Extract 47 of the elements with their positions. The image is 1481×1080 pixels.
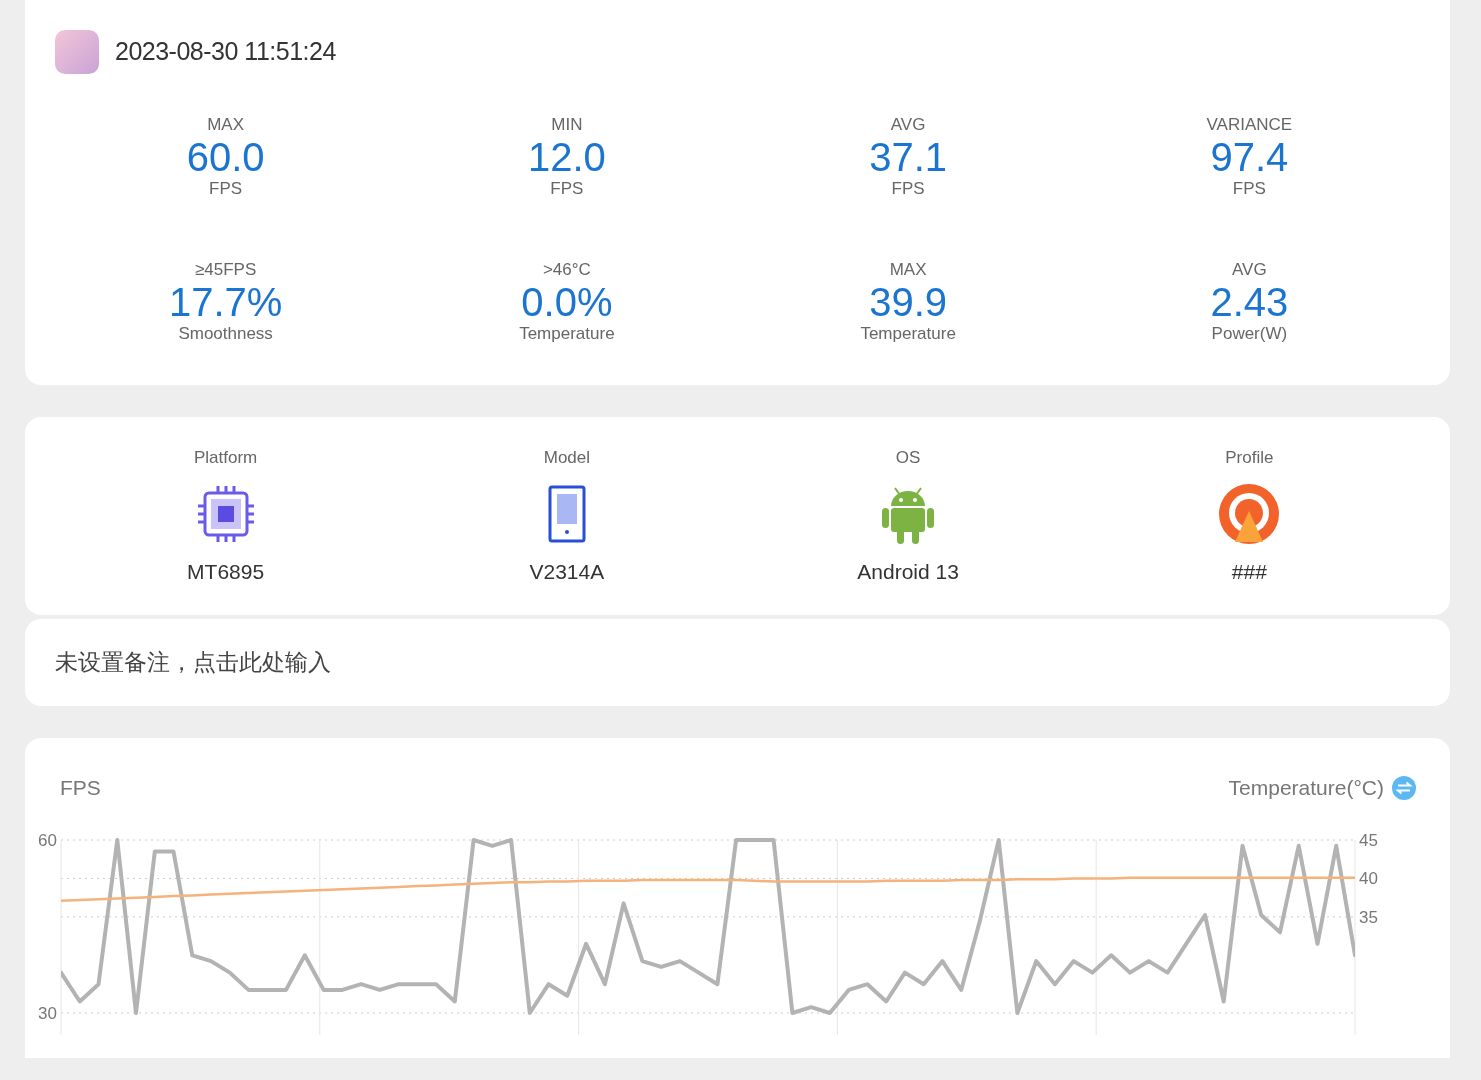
device-value: Android 13 [857,558,959,585]
stat-label: >46°C [542,261,591,280]
device-label: OS [895,449,921,468]
stat-label: MIN [551,116,583,135]
stat-unit: FPS [209,178,243,200]
axis-tick-label: 30 [38,1004,57,1024]
stat-unit: FPS [891,178,925,200]
stat-unit: Smoothness [178,323,273,345]
device-label: Model [543,449,591,468]
chart-title: FPS [60,774,101,801]
tablet-icon [547,484,586,543]
stat-value: 37.1 [869,134,948,179]
axis-tick-label: 35 [1359,908,1378,928]
stat-label: ≥45FPS [194,261,257,280]
axis-tick-label: 60 [38,831,57,851]
stat-label: MAX [889,261,927,280]
stat-label: AVG [1232,261,1267,280]
axis-tick-label: 45 [1359,831,1378,851]
profile-icon [1219,483,1280,544]
stat-value: 12.0 [527,134,606,179]
device-value: MT6895 [187,558,265,585]
stat-unit: FPS [550,178,584,200]
device-value: V2314A [529,558,605,585]
stat-value: 2.43 [1210,279,1289,324]
device-value: ### [1231,558,1267,585]
app-icon [55,30,99,74]
stat-value: 60.0 [186,134,265,179]
stat-value: 97.4 [1210,134,1289,179]
axis-tick-label: 40 [1359,869,1378,889]
stat-label: MAX [207,116,245,135]
stat-value: 17.7% [168,279,283,324]
timestamp: 2023-08-30 11:51:24 [115,36,336,68]
stat-unit: FPS [1232,178,1266,200]
stat-label: VARIANCE [1206,116,1293,135]
stat-label: AVG [890,116,926,135]
chip-icon [195,483,256,544]
stat-unit: Power(W) [1211,323,1288,345]
device-label: Platform [193,449,258,468]
swap-icon[interactable] [1392,775,1416,800]
stat-unit: Temperature [519,323,615,345]
note-field[interactable]: 未设置备注，点击此处输入 [55,645,1420,680]
chart-title: Temperature(°C) [1228,774,1384,801]
stat-unit: Temperature [860,323,956,345]
note-field[interactable]: 未设置备注，点击此处输入 [25,619,1450,706]
stat-value: 0.0% [521,279,613,324]
stat-value: 39.9 [869,279,948,324]
device-label: Profile [1225,449,1274,468]
